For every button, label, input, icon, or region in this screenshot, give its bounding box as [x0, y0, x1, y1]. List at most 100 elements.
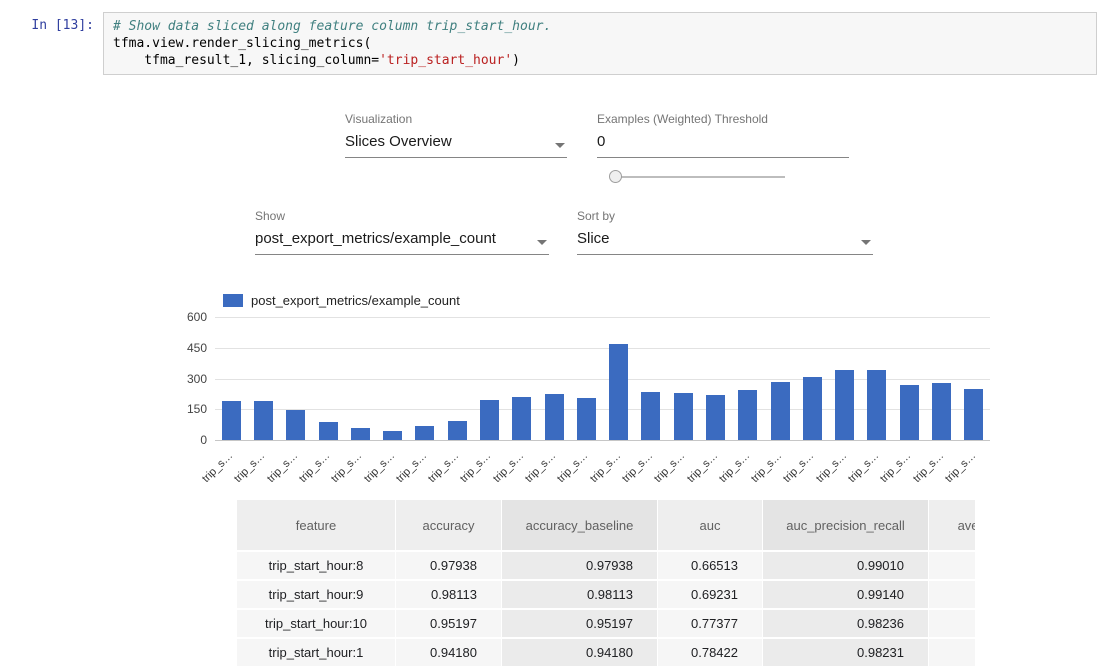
- slider-track: [615, 176, 785, 178]
- gridline: [215, 348, 990, 349]
- metric-cell: 0.69231: [658, 579, 763, 608]
- metric-cell: 0.94180: [502, 637, 658, 666]
- metric-cell: 0.98113: [502, 579, 658, 608]
- bar[interactable]: [448, 421, 467, 440]
- plot-area: 0150300450600trip_s…trip_s…trip_s…trip_s…: [215, 317, 990, 440]
- sort-by-value: Slice: [577, 230, 610, 247]
- bar[interactable]: [383, 431, 402, 440]
- code-text: tfma_result_1, slicing_column=: [113, 53, 379, 68]
- threshold-label: Examples (Weighted) Threshold: [597, 112, 849, 126]
- table-row: trip_start_hour:90.981130.981130.692310.…: [237, 579, 975, 608]
- bar[interactable]: [674, 393, 693, 440]
- gridline: [215, 440, 990, 441]
- table-row: trip_start_hour:80.979380.979380.665130.…: [237, 550, 975, 579]
- chart-legend: post_export_metrics/example_count: [223, 293, 460, 308]
- gridline: [215, 317, 990, 318]
- bar[interactable]: [706, 395, 725, 440]
- column-header[interactable]: feature: [237, 500, 396, 550]
- bar[interactable]: [545, 394, 564, 440]
- bar[interactable]: [738, 390, 757, 440]
- metric-cell: 0.77377: [658, 608, 763, 637]
- column-header[interactable]: accuracy: [396, 500, 502, 550]
- code-comment: # Show data sliced along feature column …: [113, 19, 551, 34]
- sort-by-control: Sort by Slice: [577, 209, 873, 255]
- visualization-label: Visualization: [345, 112, 567, 126]
- feature-cell: trip_start_hour:10: [237, 608, 396, 637]
- metric-cell: 0.97938: [396, 550, 502, 579]
- x-axis-label: trip_s…: [177, 450, 235, 508]
- bar[interactable]: [480, 400, 499, 440]
- metrics-table: featureaccuracyaccuracy_baselineaucauc_p…: [237, 500, 975, 666]
- bar[interactable]: [867, 370, 886, 440]
- threshold-input[interactable]: [597, 131, 849, 158]
- metric-cell: 0.95197: [502, 608, 658, 637]
- legend-label: post_export_metrics/example_count: [251, 293, 460, 308]
- code-editor[interactable]: # Show data sliced along feature column …: [103, 12, 1097, 75]
- metric-cell: 0.1541: [929, 608, 975, 637]
- metric-cell: 0.78422: [658, 637, 763, 666]
- y-axis-tick: 0: [167, 433, 207, 447]
- notebook-cell: In [13]: # Show data sliced along featur…: [0, 12, 1111, 75]
- metric-cell: 0.1111: [929, 550, 975, 579]
- threshold-slider[interactable]: [609, 169, 785, 185]
- chevron-down-icon: [555, 143, 565, 148]
- slider-thumb[interactable]: [609, 170, 622, 183]
- bar[interactable]: [286, 410, 305, 440]
- bar[interactable]: [351, 428, 370, 440]
- bar[interactable]: [932, 383, 951, 440]
- table-header-row: featureaccuracyaccuracy_baselineaucauc_p…: [237, 500, 975, 550]
- feature-cell: trip_start_hour:8: [237, 550, 396, 579]
- y-axis-tick: 300: [167, 372, 207, 386]
- metric-cell: 0.99010: [763, 550, 929, 579]
- bar[interactable]: [641, 392, 660, 440]
- bar[interactable]: [415, 426, 434, 440]
- bar[interactable]: [835, 370, 854, 440]
- y-axis-tick: 450: [167, 341, 207, 355]
- metric-cell: 0.99140: [763, 579, 929, 608]
- threshold-control: Examples (Weighted) Threshold: [597, 112, 849, 158]
- show-control: Show post_export_metrics/example_count: [255, 209, 549, 255]
- code-text: ): [512, 53, 520, 68]
- metric-cell: 0.95197: [396, 608, 502, 637]
- feature-cell: trip_start_hour:1: [237, 637, 396, 666]
- bar[interactable]: [900, 385, 919, 440]
- bar[interactable]: [222, 401, 241, 440]
- chevron-down-icon: [861, 240, 871, 245]
- show-label: Show: [255, 209, 549, 223]
- table-row: trip_start_hour:10.941800.941800.784220.…: [237, 637, 975, 666]
- bar[interactable]: [577, 398, 596, 440]
- visualization-dropdown[interactable]: Slices Overview: [345, 131, 567, 158]
- code-string: 'trip_start_hour': [379, 53, 512, 68]
- y-axis-tick: 600: [167, 310, 207, 324]
- cell-prompt: In [13]:: [0, 12, 103, 75]
- bar[interactable]: [254, 401, 273, 440]
- column-header[interactable]: auc_precision_recall: [763, 500, 929, 550]
- code-text: tfma.view.render_slicing_metrics(: [113, 36, 371, 51]
- metric-cell: 0.98236: [763, 608, 929, 637]
- code-content: # Show data sliced along feature column …: [113, 18, 1087, 69]
- slices-bar-chart: 0150300450600trip_s…trip_s…trip_s…trip_s…: [215, 317, 990, 517]
- column-header[interactable]: accuracy_baseline: [502, 500, 658, 550]
- bar[interactable]: [512, 397, 531, 440]
- metrics-table-container: featureaccuracyaccuracy_baselineaucauc_p…: [237, 500, 975, 668]
- bar[interactable]: [771, 382, 790, 440]
- metric-cell: 0.66513: [658, 550, 763, 579]
- bar[interactable]: [609, 344, 628, 440]
- visualization-value: Slices Overview: [345, 133, 452, 150]
- metric-cell: 0.98113: [396, 579, 502, 608]
- table-row: trip_start_hour:100.951970.951970.773770…: [237, 608, 975, 637]
- bar[interactable]: [803, 377, 822, 440]
- metric-cell: 0.0892: [929, 579, 975, 608]
- metric-cell: 0.1901: [929, 637, 975, 666]
- show-value: post_export_metrics/example_count: [255, 230, 496, 247]
- show-dropdown[interactable]: post_export_metrics/example_count: [255, 228, 549, 255]
- legend-swatch: [223, 294, 243, 307]
- bar[interactable]: [319, 422, 338, 440]
- y-axis-tick: 150: [167, 402, 207, 416]
- sort-by-dropdown[interactable]: Slice: [577, 228, 873, 255]
- metric-cell: 0.97938: [502, 550, 658, 579]
- column-header[interactable]: average_los: [929, 500, 975, 550]
- column-header[interactable]: auc: [658, 500, 763, 550]
- bar[interactable]: [964, 389, 983, 440]
- metric-cell: 0.94180: [396, 637, 502, 666]
